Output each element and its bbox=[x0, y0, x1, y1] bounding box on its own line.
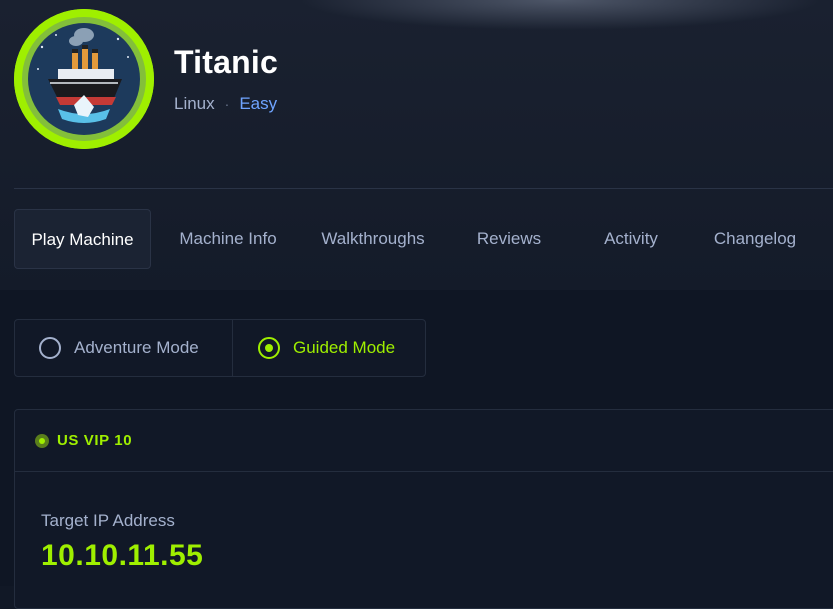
meta-separator: · bbox=[224, 96, 230, 112]
os-label: Linux bbox=[174, 94, 215, 113]
adventure-mode-option[interactable]: Adventure Mode bbox=[15, 320, 233, 376]
tab-activity[interactable]: Activity bbox=[581, 209, 681, 269]
adventure-mode-label: Adventure Mode bbox=[74, 338, 199, 357]
vpn-server-label: US VIP 10 bbox=[57, 432, 133, 449]
guided-mode-radio[interactable] bbox=[258, 337, 280, 359]
guided-mode-label: Guided Mode bbox=[293, 338, 396, 357]
connection-card: US VIP 10 Target IP Address 10.10.11.55 bbox=[14, 409, 833, 609]
mode-selector: Adventure Mode Guided Mode bbox=[14, 319, 426, 377]
adventure-mode-radio[interactable] bbox=[39, 337, 61, 359]
titanic-ship-icon bbox=[14, 9, 154, 149]
tab-machine-info[interactable]: Machine Info bbox=[164, 209, 292, 269]
machine-meta: Linux · Easy bbox=[174, 94, 277, 114]
target-ip-label: Target IP Address bbox=[41, 511, 175, 530]
connection-header: US VIP 10 bbox=[15, 410, 833, 472]
machine-title: Titanic bbox=[174, 44, 278, 80]
machine-avatar bbox=[14, 9, 154, 149]
tab-reviews[interactable]: Reviews bbox=[454, 209, 564, 269]
tab-play-machine[interactable]: Play Machine bbox=[14, 209, 151, 269]
header-divider bbox=[14, 188, 833, 189]
online-status-icon bbox=[35, 433, 49, 448]
guided-mode-option[interactable]: Guided Mode bbox=[233, 320, 425, 376]
tab-walkthroughs[interactable]: Walkthroughs bbox=[306, 209, 440, 269]
difficulty-badge: Easy bbox=[239, 94, 278, 113]
target-ip-value[interactable]: 10.10.11.55 bbox=[41, 539, 203, 573]
tab-bar: Play Machine Machine Info Walkthroughs R… bbox=[14, 209, 833, 269]
tab-changelog[interactable]: Changelog bbox=[698, 209, 812, 269]
